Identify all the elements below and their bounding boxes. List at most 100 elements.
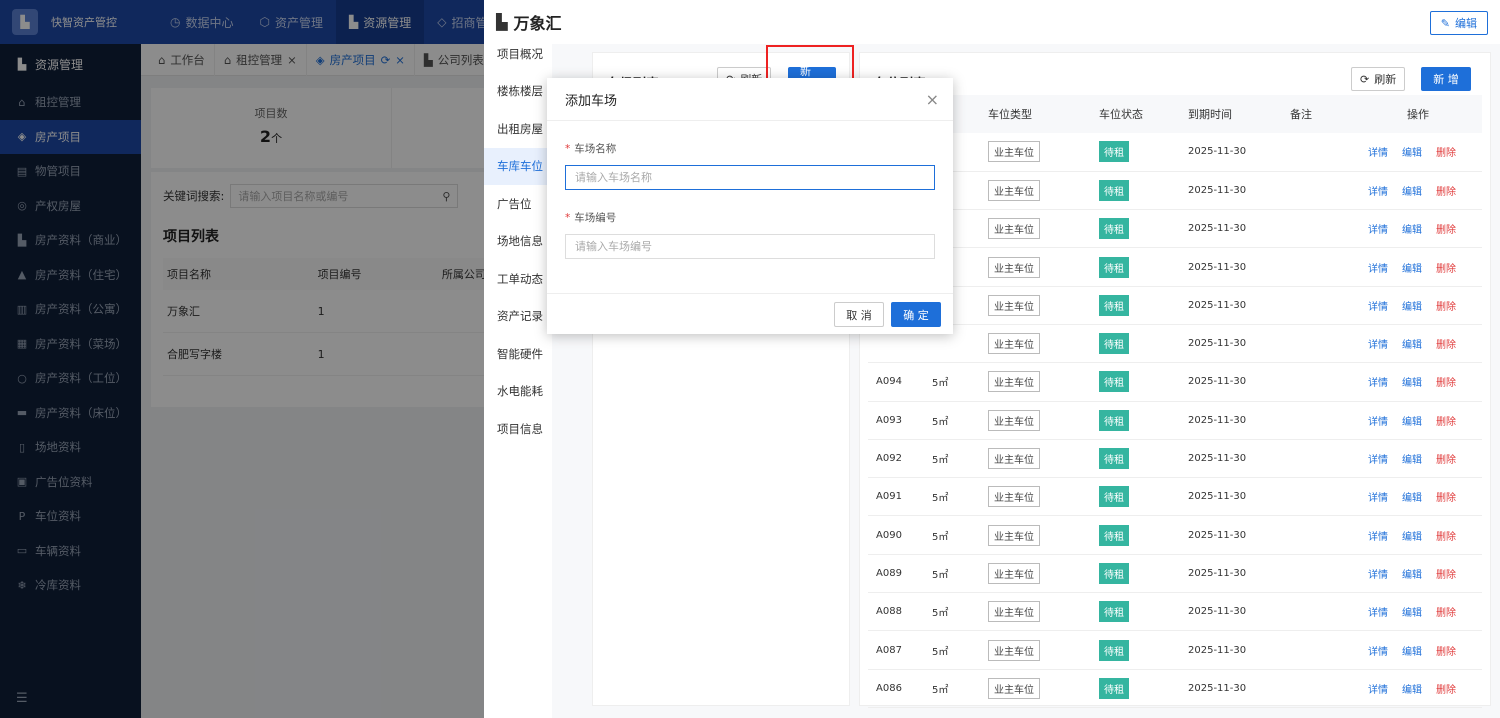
slot-expire: 2025-11-30 xyxy=(1180,477,1282,517)
slot-code: A093 xyxy=(868,401,924,440)
slot-code: A087 xyxy=(868,630,924,670)
edit-button[interactable]: ✎ 编辑 xyxy=(1429,11,1488,35)
edit-link[interactable]: 编辑 xyxy=(1402,608,1422,619)
delete-link[interactable]: 删除 xyxy=(1436,455,1456,466)
detail-link[interactable]: 详情 xyxy=(1368,493,1388,504)
slot-type-tag: 业主车位 xyxy=(988,448,1040,470)
slot-expire: 2025-11-30 xyxy=(1180,515,1282,555)
slot-ops: 详情 编辑 删除 xyxy=(1346,286,1482,325)
slot-remark xyxy=(1282,247,1346,287)
lot-code-input[interactable] xyxy=(565,234,935,259)
drawer-menu-item[interactable]: 场地信息 xyxy=(484,223,552,261)
drawer-menu-item[interactable]: 车库车位 xyxy=(484,147,552,185)
drawer-menu-item[interactable]: 资产记录 xyxy=(484,298,552,336)
slot-area: 5㎡ xyxy=(924,401,980,440)
table-row: A086 5㎡ 业主车位 待租 2025-11-30 详情 编辑 删除 xyxy=(868,669,1482,708)
detail-link[interactable]: 详情 xyxy=(1368,685,1388,696)
table-row: A089 5㎡ 业主车位 待租 2025-11-30 详情 编辑 删除 xyxy=(868,554,1482,594)
detail-link[interactable]: 详情 xyxy=(1368,148,1388,159)
delete-link[interactable]: 删除 xyxy=(1436,570,1456,581)
slot-status-badge: 待租 xyxy=(1099,294,1129,316)
edit-link[interactable]: 编辑 xyxy=(1402,148,1422,159)
slot-type-cell: 业主车位 xyxy=(980,669,1091,708)
detail-link[interactable]: 详情 xyxy=(1368,378,1388,389)
detail-link[interactable]: 详情 xyxy=(1368,302,1388,313)
slot-type-cell: 业主车位 xyxy=(980,133,1091,172)
delete-link[interactable]: 删除 xyxy=(1436,685,1456,696)
slot-expire: 2025-11-30 xyxy=(1180,247,1282,287)
delete-link[interactable]: 删除 xyxy=(1436,148,1456,159)
detail-link[interactable]: 详情 xyxy=(1368,608,1388,619)
detail-link[interactable]: 详情 xyxy=(1368,225,1388,236)
delete-link[interactable]: 删除 xyxy=(1436,225,1456,236)
lot-name-input[interactable] xyxy=(565,165,935,190)
delete-link[interactable]: 删除 xyxy=(1436,417,1456,428)
detail-link[interactable]: 详情 xyxy=(1368,455,1388,466)
slot-type-cell: 业主车位 xyxy=(980,401,1091,440)
slot-type-cell: 业主车位 xyxy=(980,515,1091,555)
slot-remark xyxy=(1282,477,1346,517)
edit-link[interactable]: 编辑 xyxy=(1402,378,1422,389)
edit-link[interactable]: 编辑 xyxy=(1402,302,1422,313)
delete-link[interactable]: 删除 xyxy=(1436,378,1456,389)
delete-link[interactable]: 删除 xyxy=(1436,608,1456,619)
slot-status-cell: 待租 xyxy=(1091,286,1180,325)
drawer-menu-item[interactable]: 项目信息 xyxy=(484,410,552,448)
table-row: A090 5㎡ 业主车位 待租 2025-11-30 详情 编辑 删除 xyxy=(868,515,1482,555)
table-row: A094 5㎡ 业主车位 待租 2025-11-30 详情 编辑 删除 xyxy=(868,362,1482,402)
confirm-button[interactable]: 确 定 xyxy=(891,302,941,327)
slot-refresh-button[interactable]: ⟳ 刷新 xyxy=(1351,67,1406,91)
edit-link[interactable]: 编辑 xyxy=(1402,264,1422,275)
drawer-menu-item[interactable]: 项目概况 xyxy=(484,35,552,73)
edit-link[interactable]: 编辑 xyxy=(1402,532,1422,543)
detail-link[interactable]: 详情 xyxy=(1368,417,1388,428)
detail-link[interactable]: 详情 xyxy=(1368,647,1388,658)
edit-link[interactable]: 编辑 xyxy=(1402,225,1422,236)
edit-link[interactable]: 编辑 xyxy=(1402,647,1422,658)
slot-expire: 2025-11-30 xyxy=(1180,286,1282,325)
slot-remark xyxy=(1282,286,1346,325)
slot-status-cell: 待租 xyxy=(1091,439,1180,479)
edit-link[interactable]: 编辑 xyxy=(1402,493,1422,504)
detail-link[interactable]: 详情 xyxy=(1368,264,1388,275)
slot-type-tag: 业主车位 xyxy=(988,562,1040,584)
edit-link[interactable]: 编辑 xyxy=(1402,417,1422,428)
table-row: 业主车位 待租 2025-11-30 详情 编辑 删除 xyxy=(868,324,1482,364)
edit-link[interactable]: 编辑 xyxy=(1402,455,1422,466)
delete-link[interactable]: 删除 xyxy=(1436,302,1456,313)
slot-status-badge: 待租 xyxy=(1099,371,1129,393)
delete-link[interactable]: 删除 xyxy=(1436,340,1456,351)
delete-link[interactable]: 删除 xyxy=(1436,647,1456,658)
drawer-menu-item[interactable]: 楼栋楼层 xyxy=(484,73,552,111)
edit-icon: ✎ xyxy=(1440,16,1450,30)
drawer-menu-item[interactable]: 广告位 xyxy=(484,185,552,223)
delete-link[interactable]: 删除 xyxy=(1436,264,1456,275)
edit-link[interactable]: 编辑 xyxy=(1402,340,1422,351)
column-header: 车位状态 xyxy=(1091,95,1180,133)
edit-link[interactable]: 编辑 xyxy=(1402,570,1422,581)
slot-status-cell: 待租 xyxy=(1091,362,1180,402)
slot-code: A086 xyxy=(868,669,924,708)
delete-link[interactable]: 删除 xyxy=(1436,493,1456,504)
slot-type-cell: 业主车位 xyxy=(980,247,1091,287)
delete-link[interactable]: 删除 xyxy=(1436,532,1456,543)
detail-link[interactable]: 详情 xyxy=(1368,570,1388,581)
slot-status-cell: 待租 xyxy=(1091,247,1180,287)
detail-link[interactable]: 详情 xyxy=(1368,532,1388,543)
cancel-button[interactable]: 取 消 xyxy=(834,302,884,327)
close-icon[interactable]: × xyxy=(926,90,939,109)
detail-link[interactable]: 详情 xyxy=(1368,340,1388,351)
detail-link[interactable]: 详情 xyxy=(1368,187,1388,198)
drawer-menu-item[interactable]: 智能硬件 xyxy=(484,335,552,373)
drawer-menu-item[interactable]: 工单动态 xyxy=(484,260,552,298)
edit-link[interactable]: 编辑 xyxy=(1402,685,1422,696)
slot-add-button[interactable]: 新 增 xyxy=(1421,67,1471,91)
slot-add-label: 新 增 xyxy=(1433,73,1459,86)
delete-link[interactable]: 删除 xyxy=(1436,187,1456,198)
slot-type-cell: 业主车位 xyxy=(980,439,1091,479)
drawer-menu-item[interactable]: 水电能耗 xyxy=(484,373,552,411)
edit-link[interactable]: 编辑 xyxy=(1402,187,1422,198)
slot-code: A089 xyxy=(868,554,924,594)
drawer-menu-item[interactable]: 出租房屋 xyxy=(484,110,552,148)
table-row: 业主车位 待租 2025-11-30 详情 编辑 删除 xyxy=(868,171,1482,211)
